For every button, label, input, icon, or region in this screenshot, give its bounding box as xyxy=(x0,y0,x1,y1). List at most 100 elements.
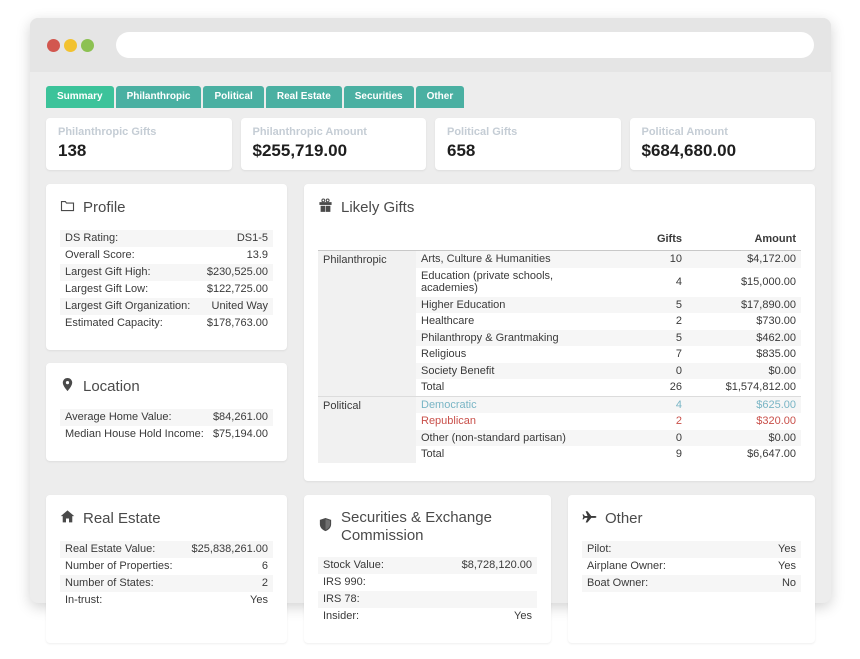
stat-value: $255,719.00 xyxy=(253,141,415,161)
row-gifts: 0 xyxy=(615,430,687,447)
row-amount: $835.00 xyxy=(687,346,801,363)
row-gifts: 10 xyxy=(615,251,687,268)
row-label: Higher Education xyxy=(416,297,615,314)
row-label: Republican xyxy=(416,413,615,430)
row-amount: $1,574,812.00 xyxy=(687,379,801,396)
row-label: Total xyxy=(416,379,615,396)
row-gifts: 4 xyxy=(615,268,687,297)
real-estate-panel-title: Real Estate xyxy=(60,509,273,529)
row-amount: $6,647.00 xyxy=(687,446,801,463)
table-row-democratic: Political Democratic 4 $625.00 xyxy=(318,396,801,413)
browser-window: Summary Philanthropic Political Real Est… xyxy=(30,18,831,603)
row-label: Total xyxy=(416,446,615,463)
kv-label: IRS 78: xyxy=(323,593,360,606)
kv-row: DS Rating: DS1-5 xyxy=(60,230,273,247)
other-panel: Other Pilot: Yes Airplane Owner: Yes Boa… xyxy=(568,495,815,643)
airplane-icon xyxy=(582,509,597,529)
profile-panel-title: Profile xyxy=(60,198,273,218)
stat-card-philanthropic-amount: Philanthropic Amount $255,719.00 xyxy=(241,118,427,170)
close-window-button[interactable] xyxy=(47,39,60,52)
kv-row: Insider: Yes xyxy=(318,608,537,625)
row-label: Democratic xyxy=(416,396,615,413)
tab-real-estate[interactable]: Real Estate xyxy=(266,86,342,108)
likely-gifts-table: Gifts Amount Philanthropic Arts, Culture… xyxy=(318,230,801,463)
kv-value: United Way xyxy=(212,300,268,313)
row-gifts: 0 xyxy=(615,363,687,380)
map-pin-icon xyxy=(60,377,75,397)
kv-label: In-trust: xyxy=(65,594,102,607)
other-panel-title: Other xyxy=(582,509,801,529)
row-gifts: 4 xyxy=(615,396,687,413)
kv-label: Number of Properties: xyxy=(65,560,173,573)
minimize-window-button[interactable] xyxy=(64,39,77,52)
kv-row: Median House Hold Income: $75,194.00 xyxy=(60,426,273,443)
row-amount: $4,172.00 xyxy=(687,251,801,268)
url-bar[interactable] xyxy=(116,32,814,58)
tab-political[interactable]: Political xyxy=(203,86,263,108)
row-gifts: 2 xyxy=(615,413,687,430)
panel-title-text: Other xyxy=(605,510,643,528)
securities-panel-title: Securities & Exchange Commission xyxy=(318,509,537,545)
kv-label: Largest Gift High: xyxy=(65,266,151,279)
stat-label: Political Gifts xyxy=(447,126,609,139)
gift-icon xyxy=(318,198,333,218)
main-grid: Profile DS Rating: DS1-5 Overall Score: … xyxy=(46,184,815,481)
home-icon xyxy=(60,509,75,529)
row-amount: $17,890.00 xyxy=(687,297,801,314)
stat-value: 658 xyxy=(447,141,609,161)
kv-value: $8,728,120.00 xyxy=(462,559,532,572)
kv-label: Overall Score: xyxy=(65,249,135,262)
kv-label: Pilot: xyxy=(587,543,611,556)
column-header-gifts: Gifts xyxy=(615,230,687,251)
page-content: Summary Philanthropic Political Real Est… xyxy=(30,72,831,659)
stat-label: Philanthropic Amount xyxy=(253,126,415,139)
stat-card-political-gifts: Political Gifts 658 xyxy=(435,118,621,170)
row-amount: $0.00 xyxy=(687,430,801,447)
kv-label: Airplane Owner: xyxy=(587,560,666,573)
kv-row: In-trust: Yes xyxy=(60,592,273,609)
tab-securities[interactable]: Securities xyxy=(344,86,414,108)
left-column: Profile DS Rating: DS1-5 Overall Score: … xyxy=(46,184,287,461)
stat-label: Political Amount xyxy=(642,126,804,139)
row-label: Education (private schools, academies) xyxy=(416,268,615,297)
kv-value: $84,261.00 xyxy=(213,411,268,424)
kv-value: Yes xyxy=(778,543,796,556)
location-panel: Location Average Home Value: $84,261.00 … xyxy=(46,363,287,461)
stat-card-political-amount: Political Amount $684,680.00 xyxy=(630,118,816,170)
row-label: Religious xyxy=(416,346,615,363)
kv-value: $230,525.00 xyxy=(207,266,268,279)
row-label: Other (non-standard partisan) xyxy=(416,430,615,447)
browser-chrome xyxy=(30,18,831,72)
row-amount: $320.00 xyxy=(687,413,801,430)
tab-summary[interactable]: Summary xyxy=(46,86,114,108)
bottom-grid: Real Estate Real Estate Value: $25,838,2… xyxy=(46,495,815,643)
kv-label: Boat Owner: xyxy=(587,577,648,590)
panel-title-text: Real Estate xyxy=(83,510,161,528)
stat-value: 138 xyxy=(58,141,220,161)
tab-philanthropic[interactable]: Philanthropic xyxy=(116,86,202,108)
kv-row: Number of States: 2 xyxy=(60,575,273,592)
kv-value: Yes xyxy=(778,560,796,573)
panel-title-text: Location xyxy=(83,378,140,396)
table-header-row: Gifts Amount xyxy=(318,230,801,251)
row-amount: $730.00 xyxy=(687,313,801,330)
kv-label: Number of States: xyxy=(65,577,154,590)
likely-gifts-panel-title: Likely Gifts xyxy=(318,198,801,218)
profile-kv-table: DS Rating: DS1-5 Overall Score: 13.9 Lar… xyxy=(60,230,273,332)
kv-row: Airplane Owner: Yes xyxy=(582,558,801,575)
maximize-window-button[interactable] xyxy=(81,39,94,52)
kv-row: Average Home Value: $84,261.00 xyxy=(60,409,273,426)
window-controls xyxy=(47,39,94,52)
real-estate-kv-table: Real Estate Value: $25,838,261.00 Number… xyxy=(60,541,273,609)
tab-bar: Summary Philanthropic Political Real Est… xyxy=(46,86,815,108)
kv-label: Stock Value: xyxy=(323,559,384,572)
profile-panel: Profile DS Rating: DS1-5 Overall Score: … xyxy=(46,184,287,350)
kv-row: Real Estate Value: $25,838,261.00 xyxy=(60,541,273,558)
location-panel-title: Location xyxy=(60,377,273,397)
row-gifts: 7 xyxy=(615,346,687,363)
row-gifts: 9 xyxy=(615,446,687,463)
category-cell-philanthropic: Philanthropic xyxy=(318,251,416,397)
tab-other[interactable]: Other xyxy=(416,86,465,108)
kv-row: IRS 990: xyxy=(318,574,537,591)
kv-row: IRS 78: xyxy=(318,591,537,608)
